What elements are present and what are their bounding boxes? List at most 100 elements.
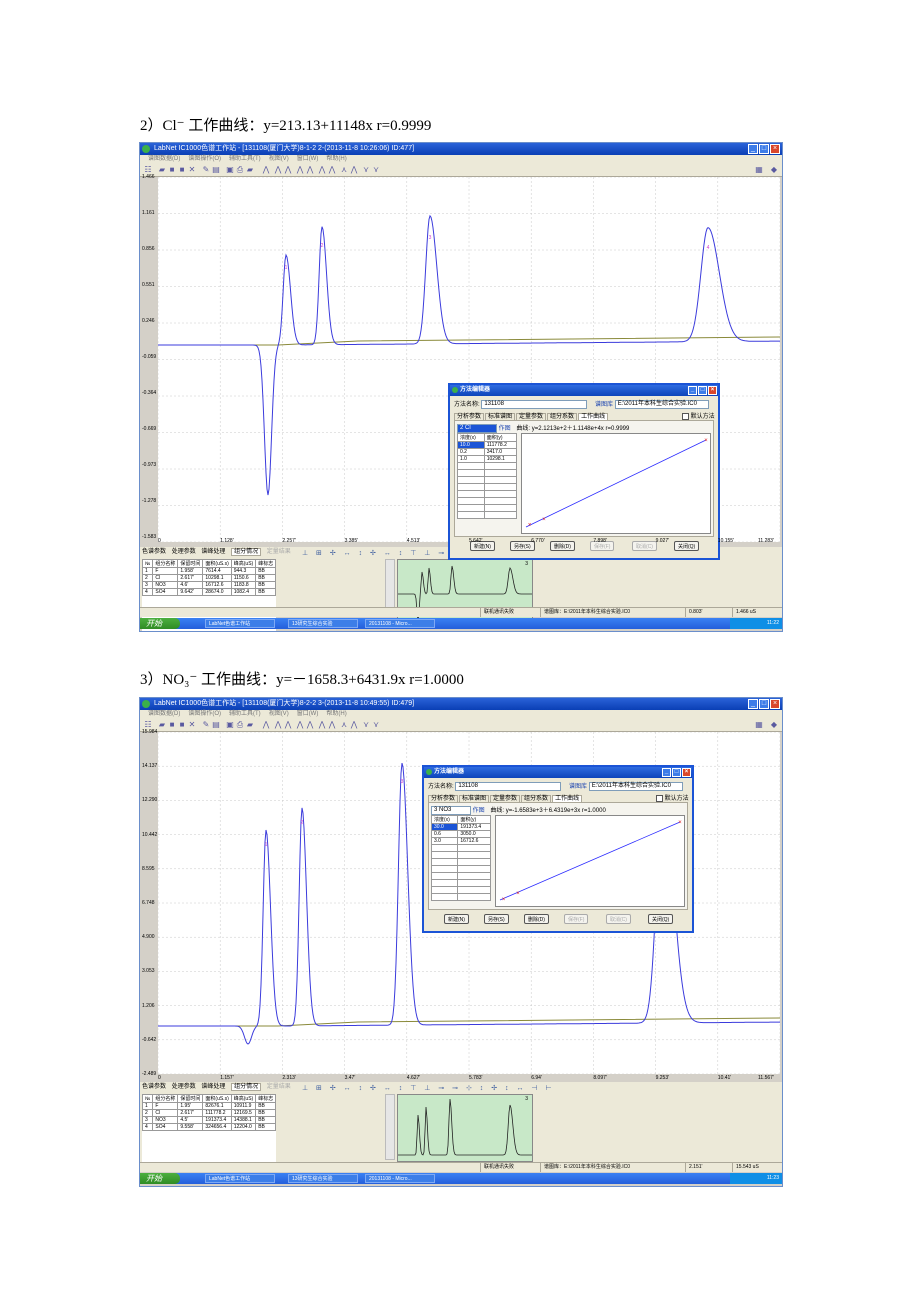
dialog-minimize-button[interactable]: _ [662, 768, 671, 777]
column-header[interactable]: 组分名称 [152, 1094, 179, 1103]
table-row[interactable]: 4 SO4 9.642' 28674.0 1082.4 BB [141, 588, 277, 596]
table-row[interactable]: 2 Cl 2.617' 10298.1 1150.6 BB [141, 574, 277, 582]
cal-cell[interactable] [483, 511, 518, 519]
column-header[interactable]: 保留时间 [177, 1094, 204, 1103]
library-path-field[interactable]: E:\2011年本科生综合实验.IC0 [588, 781, 683, 791]
cal-cell[interactable]: 0.2 [457, 448, 485, 456]
cal-cell[interactable] [483, 490, 518, 498]
cal-cell[interactable]: 30.0 [430, 823, 459, 831]
cal-empty-row[interactable] [430, 886, 491, 894]
column-header[interactable]: 保留时间 [177, 559, 204, 568]
cal-cell[interactable] [430, 872, 459, 880]
cal-cell[interactable] [457, 872, 491, 880]
cal-cell[interactable] [457, 893, 491, 901]
peak-icon[interactable]: ⋏ [340, 721, 348, 729]
menu-help[interactable]: 帮助(H) [326, 711, 346, 717]
start-button[interactable]: 开始 [140, 618, 180, 629]
table-row[interactable]: 1 F 1.958' 7614.4 944.3 BB [141, 567, 277, 575]
delete-icon[interactable]: ✕ [188, 166, 196, 174]
peak-icon[interactable]: ⋀ [274, 166, 282, 174]
open-icon[interactable]: ▰ [158, 166, 166, 174]
peak-icon[interactable]: ⋀ [262, 166, 270, 174]
table-row[interactable]: 2 Cl 2.617' 111778.2 12169.5 BB [141, 1109, 277, 1117]
column-header[interactable]: 面积(uS.s) [202, 559, 232, 568]
cal-cell[interactable]: 191373.4 [457, 823, 491, 831]
peak-icon[interactable]: ⋀ [350, 166, 358, 174]
cal-cell[interactable] [457, 879, 491, 887]
delete-button[interactable]: 删除(D) [524, 914, 549, 924]
cal-empty-row[interactable] [457, 476, 518, 484]
cal-cell[interactable]: 3050.0 [457, 830, 491, 838]
column-header[interactable]: 峰高(uS) [230, 1094, 257, 1103]
plot-link[interactable]: 作图 [473, 808, 485, 814]
cal-empty-row[interactable] [430, 858, 491, 866]
cal-cell[interactable] [457, 865, 491, 873]
tab-quant-results[interactable]: 定量结果 [267, 549, 291, 555]
peak-icon[interactable]: ⋀ [284, 721, 292, 729]
cal-cell[interactable]: 10298.1 [483, 455, 518, 463]
cal-row[interactable]: 1.0 10298.1 [457, 455, 518, 463]
cal-cell[interactable] [457, 476, 485, 484]
maximize-button[interactable]: □ [759, 144, 769, 154]
peak-icon[interactable]: ⋀ [350, 721, 358, 729]
cal-cell[interactable] [430, 858, 459, 866]
component-select[interactable]: 2 Cl [457, 423, 497, 433]
cal-empty-row[interactable] [457, 469, 518, 477]
toolbar-icon[interactable]: ☷ [144, 721, 152, 729]
column-header[interactable]: 峰高(uS) [230, 559, 257, 568]
export-icon[interactable]: ▰ [246, 721, 254, 729]
dialog-minimize-button[interactable]: _ [688, 386, 697, 395]
cal-cell[interactable] [483, 462, 518, 470]
column-header[interactable]: 峰标志 [255, 559, 277, 568]
tab-chrom-params[interactable]: 色谱参数 [142, 549, 166, 555]
tab-peak-processing[interactable]: 谱峰处理 [201, 1084, 225, 1090]
menu-operate[interactable]: 谱图操作(O) [188, 711, 221, 717]
mini-chromatogram[interactable]: 3 [397, 1094, 533, 1162]
open-icon[interactable]: ▰ [158, 721, 166, 729]
report-icon[interactable]: ▤ [212, 721, 220, 729]
peak-toolbar[interactable]: ⊥ ⊞ ✢ ↔ ↕ ✢ ↔ ↕ ⊤ ⊥ ⊸ ⊸ ⊹ ↕ ✢ ↕ ↔ ⊣ ⊢ [302, 1084, 555, 1092]
tab-working-curve[interactable]: 工作曲线 [578, 413, 609, 420]
peak-icon[interactable]: ⋀ [306, 166, 314, 174]
calibration-table[interactable]: 浓度(x) 面积(y) 10.0 111778.2 0.2 3417.0 1.0 10298.… [457, 433, 518, 519]
cal-cell[interactable] [457, 469, 485, 477]
cal-cell[interactable] [457, 504, 485, 512]
edit-icon[interactable]: ✎ [202, 166, 210, 174]
plot-link[interactable]: 作图 [499, 426, 511, 432]
close-button[interactable]: × [770, 699, 780, 709]
cal-cell[interactable] [430, 886, 459, 894]
close-button[interactable]: × [770, 144, 780, 154]
save-button[interactable]: 保存(F) [564, 914, 589, 924]
cal-empty-row[interactable] [457, 462, 518, 470]
peak-icon[interactable]: ⋀ [296, 166, 304, 174]
menu-tools[interactable]: 辅助工具(T) [229, 711, 261, 717]
menu-window[interactable]: 窗口(W) [297, 711, 319, 717]
task-folder[interactable]: 13研究生综合实验 [288, 1174, 358, 1183]
table-row[interactable]: 3 NO3 4.6' 16712.6 1183.8 BB [141, 581, 277, 589]
cal-row[interactable]: 0.2 3417.0 [457, 448, 518, 456]
peak-table[interactable]: № 组分名称 保留时间 面积(uS.s) 峰高(uS) 峰标志 1 F 1.95' 82676.1… [141, 1094, 277, 1166]
peak-icon[interactable]: ⋀ [328, 166, 336, 174]
table-scrollbar[interactable] [385, 1094, 395, 1160]
tab-components[interactable]: 组分情况 [231, 1083, 262, 1091]
report-icon[interactable]: ▤ [212, 166, 220, 174]
peak-icon[interactable]: ⋀ [318, 166, 326, 174]
tab-chrom-params[interactable]: 色谱参数 [142, 1084, 166, 1090]
peak-icon[interactable]: ⋎ [372, 721, 380, 729]
menu-view[interactable]: 视图(V) [269, 711, 289, 717]
tab-working-curve[interactable]: 工作曲线 [552, 795, 583, 802]
task-word[interactable]: 20131108 - Micro... [365, 619, 435, 628]
tab-process-params[interactable]: 处理参数 [172, 549, 196, 555]
table-row[interactable]: 4 SO4 9.558' 324656.4 12204.0 BB [141, 1123, 277, 1131]
default-method-checkbox[interactable] [682, 412, 689, 420]
stop-icon[interactable]: ■ [178, 166, 186, 174]
peak-icon[interactable]: ⋀ [328, 721, 336, 729]
start-button[interactable]: 开始 [140, 1173, 180, 1184]
menu-data[interactable]: 谱图数据(D) [148, 156, 180, 162]
edit-icon[interactable]: ✎ [202, 721, 210, 729]
peak-icon[interactable]: ⋀ [274, 721, 282, 729]
default-method-checkbox[interactable] [656, 794, 663, 802]
tab-process-params[interactable]: 处理参数 [172, 1084, 196, 1090]
table-row[interactable]: 3 NO3 4.5' 191373.4 14388.1 BB [141, 1116, 277, 1124]
stop-icon[interactable]: ■ [178, 721, 186, 729]
